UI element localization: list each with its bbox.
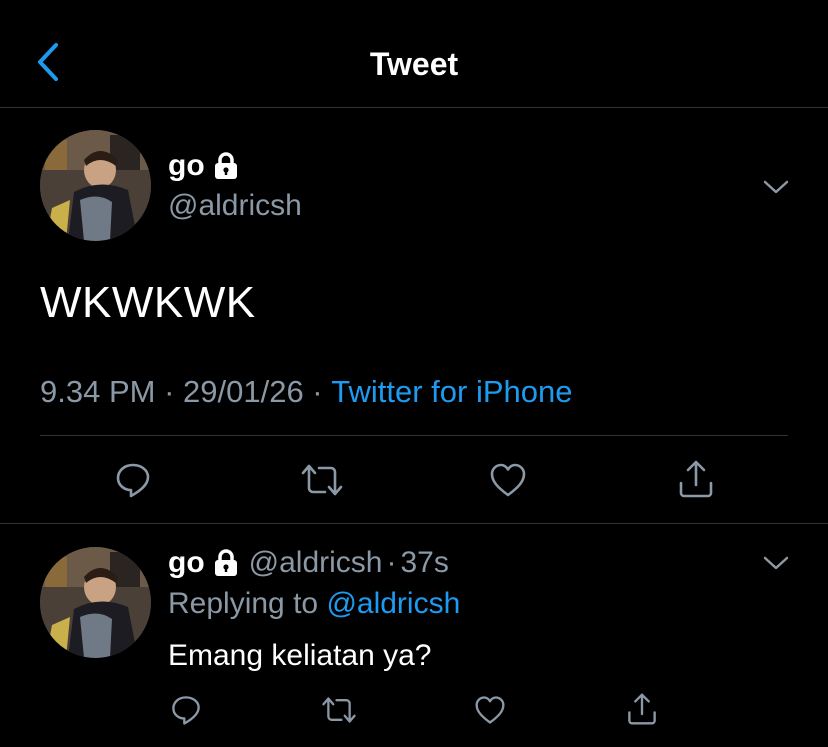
reply-share-button[interactable] bbox=[622, 688, 662, 730]
reply-text: Emang keliatan ya? bbox=[168, 639, 432, 672]
chevron-down-icon bbox=[763, 556, 789, 570]
avatar[interactable] bbox=[40, 130, 151, 241]
tweet-text: WKWKWK bbox=[40, 278, 256, 327]
retweet-icon bbox=[301, 464, 343, 496]
reply-profile-photo bbox=[40, 547, 151, 658]
heart-icon bbox=[475, 696, 505, 724]
tweet-time: 9.34 PM bbox=[40, 374, 156, 409]
tweet-divider bbox=[0, 523, 828, 524]
reply-button[interactable] bbox=[110, 458, 156, 502]
chevron-down-icon bbox=[763, 180, 789, 194]
replying-prefix: Replying to bbox=[168, 587, 327, 620]
reply-timestamp: 37s bbox=[400, 546, 449, 579]
page-title: Tweet bbox=[369, 46, 459, 82]
lock-icon bbox=[213, 549, 239, 577]
reply-display-name[interactable]: go bbox=[168, 544, 205, 582]
meta-separator-2: · bbox=[303, 374, 332, 409]
replying-mention[interactable]: @aldricsh bbox=[326, 587, 460, 620]
replying-to: Replying to @aldricsh bbox=[168, 585, 460, 623]
profile-photo bbox=[40, 130, 151, 241]
share-button[interactable] bbox=[674, 456, 718, 502]
retweet-button[interactable] bbox=[298, 458, 346, 502]
tweet-options-button[interactable] bbox=[758, 172, 794, 202]
reply-avatar[interactable] bbox=[40, 547, 151, 658]
reply-dot: · bbox=[386, 546, 397, 579]
meta-separator: · bbox=[155, 374, 184, 409]
share-icon bbox=[679, 460, 713, 498]
reply-icon bbox=[116, 463, 150, 498]
display-name[interactable]: go bbox=[168, 148, 205, 184]
tweet-source-link[interactable]: Twitter for iPhone bbox=[331, 372, 572, 412]
top-bar: Tweet bbox=[0, 0, 828, 108]
reply-header: go @aldricsh · 37s bbox=[168, 544, 449, 582]
meta-divider bbox=[40, 435, 788, 436]
like-button[interactable] bbox=[486, 458, 530, 502]
retweet-icon bbox=[322, 697, 356, 723]
share-icon bbox=[628, 693, 656, 725]
reply-options-button[interactable] bbox=[758, 548, 794, 578]
heart-icon bbox=[490, 463, 526, 497]
tweet-meta: 9.34 PM · 29/01/26 · Twitter for iPhone bbox=[40, 372, 572, 412]
lock-icon bbox=[213, 152, 239, 180]
tweet-date: 29/01/26 bbox=[183, 374, 304, 409]
author-name-row: go bbox=[168, 148, 239, 184]
reply-like-button[interactable] bbox=[470, 690, 510, 730]
reply-retweet-button[interactable] bbox=[318, 690, 360, 730]
reply-icon bbox=[172, 696, 200, 725]
author-handle[interactable]: @aldricsh bbox=[168, 188, 302, 224]
reply-handle[interactable]: @aldricsh bbox=[249, 544, 383, 582]
reply-reply-button[interactable] bbox=[166, 690, 206, 730]
